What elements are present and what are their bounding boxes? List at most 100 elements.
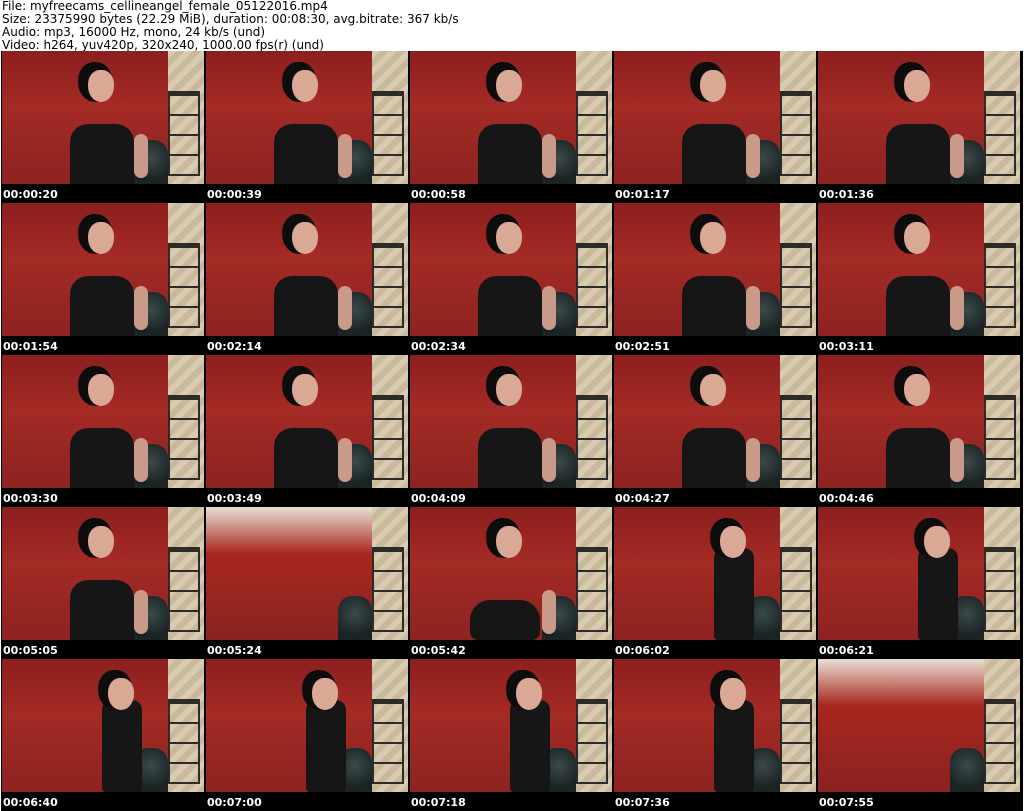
person-body bbox=[470, 600, 540, 640]
shelf bbox=[984, 395, 1016, 480]
thumbnail-timestamp: 00:05:42 bbox=[411, 644, 466, 657]
person-body bbox=[70, 580, 134, 640]
thumbnail-frame bbox=[614, 355, 816, 488]
person-head bbox=[88, 222, 114, 254]
person-figure bbox=[62, 64, 148, 184]
shelf bbox=[168, 547, 200, 632]
thumbnail-frame bbox=[206, 51, 408, 184]
thumbnail-frame bbox=[206, 203, 408, 336]
person-head bbox=[516, 678, 542, 710]
thumbnail-cell: 00:02:14 bbox=[205, 203, 409, 355]
thumbnail-cell: 00:02:51 bbox=[613, 203, 817, 355]
person-body bbox=[70, 276, 134, 336]
shelf bbox=[576, 91, 608, 176]
thumbnail-timestamp: 00:07:36 bbox=[615, 796, 670, 809]
person-body bbox=[682, 428, 746, 488]
thumbnail-cell: 00:00:58 bbox=[409, 51, 613, 203]
person-body bbox=[306, 700, 346, 792]
person-figure bbox=[470, 368, 556, 488]
shelf bbox=[780, 547, 812, 632]
person-figure bbox=[490, 672, 570, 792]
person-head bbox=[904, 70, 930, 102]
person-body bbox=[886, 276, 950, 336]
thumbnail-frame bbox=[818, 659, 1020, 792]
shelf bbox=[984, 243, 1016, 328]
thumbnail-timestamp: 00:01:36 bbox=[819, 188, 874, 201]
person-figure bbox=[674, 64, 760, 184]
shelf bbox=[780, 243, 812, 328]
person-figure bbox=[878, 216, 964, 336]
thumbnail-timestamp: 00:07:00 bbox=[207, 796, 262, 809]
person-body bbox=[274, 124, 338, 184]
shelf bbox=[984, 91, 1016, 176]
thumbnail-timestamp: 00:02:34 bbox=[411, 340, 466, 353]
thumbnail-timestamp: 00:03:30 bbox=[3, 492, 58, 505]
thumbnail-cell: 00:02:34 bbox=[409, 203, 613, 355]
thumbnail-timestamp: 00:02:14 bbox=[207, 340, 262, 353]
thumbnail-cell: 00:07:36 bbox=[613, 659, 817, 811]
person-figure bbox=[286, 672, 366, 792]
shelf bbox=[372, 699, 404, 784]
person-head bbox=[88, 70, 114, 102]
person-figure bbox=[266, 216, 352, 336]
chair bbox=[338, 596, 372, 640]
thumbnail-cell: 00:05:42 bbox=[409, 507, 613, 659]
thumbnail-frame bbox=[2, 51, 204, 184]
person-figure bbox=[898, 520, 978, 640]
person-arm bbox=[134, 590, 148, 634]
thumbnail-frame bbox=[410, 659, 612, 792]
person-body bbox=[682, 124, 746, 184]
thumbnail-cell: 00:04:09 bbox=[409, 355, 613, 507]
thumbnail-cell: 00:00:20 bbox=[1, 51, 205, 203]
thumbnail-timestamp: 00:03:49 bbox=[207, 492, 262, 505]
person-head bbox=[292, 70, 318, 102]
person-head bbox=[496, 374, 522, 406]
thumbnail-frame bbox=[410, 355, 612, 488]
person-head bbox=[924, 526, 950, 558]
person-arm bbox=[542, 590, 556, 634]
person-arm bbox=[746, 286, 760, 330]
thumbnail-frame bbox=[614, 51, 816, 184]
person-body bbox=[102, 700, 142, 792]
shelf bbox=[984, 699, 1016, 784]
thumbnail-cell: 00:01:36 bbox=[817, 51, 1021, 203]
shelf bbox=[576, 395, 608, 480]
person-head bbox=[904, 222, 930, 254]
thumbnail-timestamp: 00:04:46 bbox=[819, 492, 874, 505]
thumbnail-timestamp: 00:03:11 bbox=[819, 340, 874, 353]
thumbnail-frame bbox=[410, 507, 612, 640]
person-head bbox=[292, 222, 318, 254]
person-arm bbox=[542, 438, 556, 482]
shelf bbox=[168, 91, 200, 176]
shelf bbox=[372, 243, 404, 328]
thumbnail-grid: 00:00:20 00:00:39 00:00:58 00:01:17 00:01:36… bbox=[1, 51, 1023, 811]
thumbnail-timestamp: 00:07:55 bbox=[819, 796, 874, 809]
person-head bbox=[88, 526, 114, 558]
shelf bbox=[372, 91, 404, 176]
thumbnail-cell: 00:05:24 bbox=[205, 507, 409, 659]
person-figure bbox=[674, 368, 760, 488]
chair bbox=[950, 748, 984, 792]
thumbnail-frame bbox=[2, 507, 204, 640]
thumbnail-cell: 00:07:18 bbox=[409, 659, 613, 811]
shelf bbox=[780, 699, 812, 784]
thumbnail-frame bbox=[206, 507, 408, 640]
person-body bbox=[510, 700, 550, 792]
thumbnail-frame bbox=[410, 51, 612, 184]
thumbnail-timestamp: 00:06:40 bbox=[3, 796, 58, 809]
shelf bbox=[168, 699, 200, 784]
person-figure bbox=[62, 520, 148, 640]
person-head bbox=[720, 678, 746, 710]
person-head bbox=[496, 222, 522, 254]
person-head bbox=[108, 678, 134, 710]
thumbnail-timestamp: 00:00:58 bbox=[411, 188, 466, 201]
thumbnail-timestamp: 00:06:02 bbox=[615, 644, 670, 657]
shelf bbox=[372, 395, 404, 480]
person-figure bbox=[266, 368, 352, 488]
thumbnail-timestamp: 00:07:18 bbox=[411, 796, 466, 809]
person-body bbox=[70, 428, 134, 488]
shelf bbox=[576, 699, 608, 784]
person-body bbox=[918, 548, 958, 640]
thumbnail-cell: 00:03:49 bbox=[205, 355, 409, 507]
shelf bbox=[576, 243, 608, 328]
